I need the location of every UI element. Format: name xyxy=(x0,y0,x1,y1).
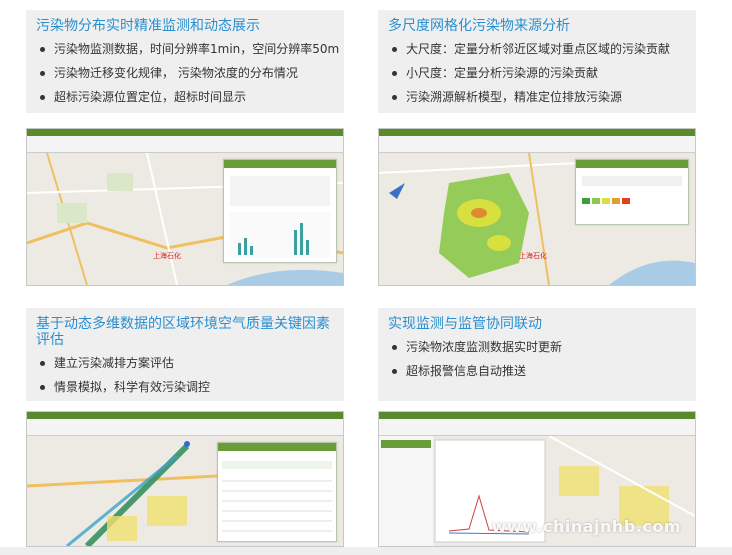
map-label: 上海石化 xyxy=(153,252,181,260)
panel-title: 多尺度网格化污染物来源分析 xyxy=(388,18,570,34)
feature-list: 大尺度：定量分析邻近区域对重点区域的污染贡献 小尺度：定量分析污染源的污染贡献 … xyxy=(388,42,686,104)
panel-title: 实现监测与监管协同联动 xyxy=(388,316,542,332)
nav-bar xyxy=(27,419,343,436)
side-panel xyxy=(575,159,689,225)
feature-panel-source-analysis: 多尺度网格化污染物来源分析 大尺度：定量分析邻近区域对重点区域的污染贡献 小尺度… xyxy=(378,10,696,113)
watermark: www.chinajnhb.com xyxy=(491,517,681,536)
list-item: 污染溯源解析模型，精准定位排放污染源 xyxy=(392,90,686,104)
bar-chart-thumbnail xyxy=(230,176,330,258)
screenshot-source-analysis: 上海石化 xyxy=(378,128,696,286)
list-item: 小尺度：定量分析污染源的污染贡献 xyxy=(392,66,686,80)
feature-panel-assessment: 基于动态多维数据的区域环境空气质量关键因素评估 建立污染减排方案评估 情景模拟，… xyxy=(26,308,344,401)
nav-bar xyxy=(379,136,695,153)
list-item: 情景模拟，科学有效污染调控 xyxy=(40,380,334,394)
list-item: 污染物浓度监测数据实时更新 xyxy=(392,340,686,354)
panel-title: 污染物分布实时精准监测和动态展示 xyxy=(36,18,260,34)
map-label: 上海石化 xyxy=(519,252,547,260)
side-panel xyxy=(223,159,337,263)
feature-list: 污染物监测数据，时间分辨率1min，空间分辨率50m 污染物迁移变化规律， 污染… xyxy=(36,42,339,104)
panel-title: 基于动态多维数据的区域环境空气质量关键因素评估 xyxy=(36,316,330,348)
list-item: 大尺度：定量分析邻近区域对重点区域的污染贡献 xyxy=(392,42,686,56)
feature-panel-coordination: 实现监测与监管协同联动 污染物浓度监测数据实时更新 超标报警信息自动推送 xyxy=(378,308,696,401)
footer-strip xyxy=(0,547,732,555)
feature-panel-monitoring: 污染物分布实时精准监测和动态展示 污染物监测数据，时间分辨率1min，空间分辨率… xyxy=(26,10,344,113)
table-thumbnail xyxy=(222,461,332,532)
list-item: 污染物监测数据，时间分辨率1min，空间分辨率50m xyxy=(40,42,339,56)
nav-bar xyxy=(27,136,343,153)
nav-bar xyxy=(379,419,695,436)
feature-list: 建立污染减排方案评估 情景模拟，科学有效污染调控 xyxy=(36,356,334,394)
list-item: 超标报警信息自动推送 xyxy=(392,364,686,378)
grid-thumbnail xyxy=(582,176,682,204)
list-item: 建立污染减排方案评估 xyxy=(40,356,334,370)
screenshot-scenario-assessment xyxy=(26,411,344,547)
screenshot-coordination: www.chinajnhb.com xyxy=(378,411,696,547)
list-item: 污染物迁移变化规律， 污染物浓度的分布情况 xyxy=(40,66,334,80)
feature-list: 污染物浓度监测数据实时更新 超标报警信息自动推送 xyxy=(388,340,686,378)
side-panel xyxy=(217,442,337,542)
screenshot-realtime-monitoring: 上海石化 xyxy=(26,128,344,286)
list-item: 超标污染源位置定位，超标时间显示 xyxy=(40,90,334,104)
